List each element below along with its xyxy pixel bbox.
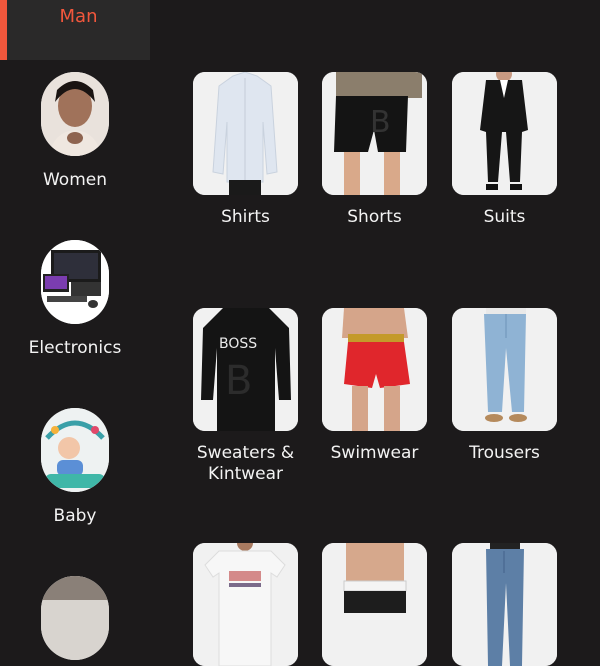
sidebar-item-electronics[interactable]: Electronics bbox=[0, 240, 150, 358]
tshirt-image bbox=[193, 543, 298, 666]
card-label: Suits bbox=[483, 207, 526, 227]
svg-text:B: B bbox=[370, 105, 391, 140]
category-card-jeans[interactable] bbox=[452, 543, 557, 666]
category-card-suits[interactable]: Suits bbox=[452, 72, 557, 228]
category-card-tshirts[interactable] bbox=[193, 543, 298, 666]
category-card-trousers[interactable]: Trousers bbox=[452, 308, 557, 464]
shorts-image: B bbox=[322, 72, 427, 195]
sidebar-item-baby[interactable]: Baby bbox=[0, 408, 150, 526]
sidebar-item-label: Man bbox=[59, 6, 98, 27]
category-card-shirts[interactable]: Shirts bbox=[193, 72, 298, 228]
sidebar-item-category[interactable] bbox=[0, 576, 150, 660]
card-label: Swimwear bbox=[330, 443, 419, 463]
category-image bbox=[41, 576, 109, 660]
card-label: Trousers bbox=[469, 443, 540, 463]
category-sidebar: Man Women Electronics Baby bbox=[0, 0, 150, 660]
category-card-underwear[interactable] bbox=[322, 543, 427, 666]
category-card-shorts[interactable]: B Shorts bbox=[322, 72, 427, 228]
sidebar-item-label: Women bbox=[42, 170, 107, 190]
underwear-image bbox=[322, 543, 427, 666]
category-card-swimwear[interactable]: Swimwear bbox=[322, 308, 427, 464]
card-label: Shorts bbox=[347, 207, 402, 227]
svg-text:BOSS: BOSS bbox=[219, 336, 257, 352]
swimwear-image bbox=[322, 308, 427, 431]
card-label: Sweaters & Kintwear bbox=[196, 443, 295, 484]
suit-image bbox=[452, 72, 557, 195]
trousers-image bbox=[452, 308, 557, 431]
jeans-image bbox=[452, 543, 557, 666]
woman-portrait-image bbox=[41, 72, 109, 156]
electronics-image bbox=[41, 240, 109, 324]
sidebar-item-man[interactable]: Man bbox=[0, 0, 150, 60]
shirt-image bbox=[193, 72, 298, 195]
svg-text:B: B bbox=[225, 358, 252, 404]
sidebar-item-women[interactable]: Women bbox=[0, 72, 150, 190]
category-card-sweaters[interactable]: BOSS B Sweaters & Kintwear bbox=[193, 308, 298, 485]
card-label: Shirts bbox=[221, 207, 270, 227]
sweater-image: BOSS B bbox=[193, 308, 298, 431]
sidebar-item-label: Baby bbox=[53, 506, 97, 526]
baby-image bbox=[41, 408, 109, 492]
sidebar-item-label: Electronics bbox=[28, 338, 122, 358]
